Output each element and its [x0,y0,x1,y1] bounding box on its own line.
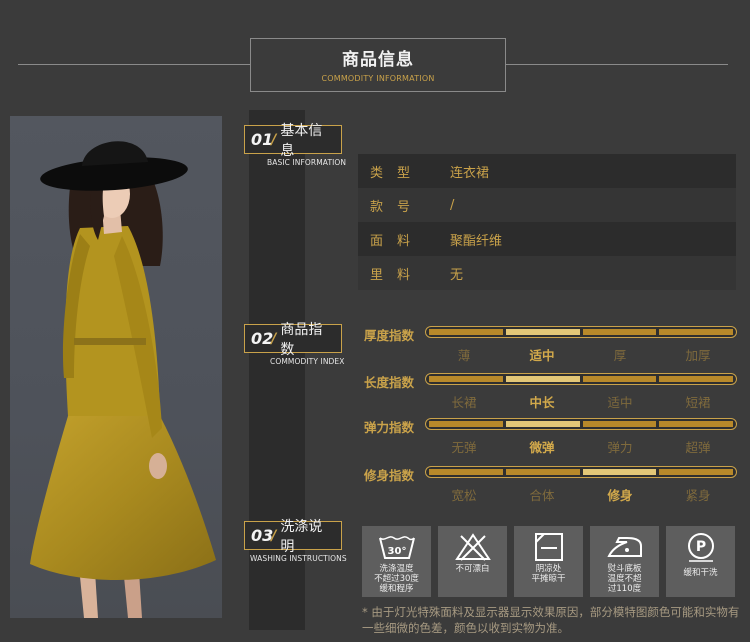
dry-flat-shade-icon [534,533,563,561]
dry-clean-p-icon: P [687,533,714,562]
info-key: 面料 [370,233,425,249]
index-segment [659,469,733,475]
wash-text: 不可漂白 [455,564,490,574]
section-washing-number: 03 [251,526,274,545]
section-index-number: 02 [251,329,274,348]
info-row: 类型 连衣裙 [358,154,736,188]
index-segment [582,376,657,382]
index-option: 适中 [607,395,633,410]
index-option: 宽松 [451,488,477,503]
index-label: 厚度指数 [364,328,415,343]
index-option: 弹力 [607,440,633,455]
slash-mark: / [271,330,277,347]
index-options: 无弹 微弹 弹力 超弹 [425,437,737,456]
index-scale-bar [425,466,737,478]
wash-text: 熨斗底板 温度不超 过110度 [607,564,642,594]
section-washing-label: 03 / 洗涤说明 [244,519,342,555]
index-option: 短裙 [685,395,711,410]
index-segment [582,421,657,427]
info-row: 面料 聚酯纤维 [358,222,736,256]
no-bleach-icon [454,533,491,561]
wash-tile: P 缓和干洗 [666,526,735,597]
info-row: 里料 无 [358,256,736,290]
index-option: 紧身 [685,488,711,503]
wash-tile: 30° 洗涤温度 不超过30度 缓和程序 [362,526,431,597]
info-value: / [450,197,455,213]
index-segment [582,329,657,335]
section-basic-subtitle: BASIC INFORMATION [267,158,347,167]
wash-tile: 阴凉处 平摊晾干 [514,526,583,597]
index-option: 无弹 [451,440,477,455]
index-scale-bar [425,326,737,338]
product-info-page: 商品信息 COMMODITY INFORMATION 01 / 基本信息 BAS… [0,0,750,642]
index-option: 超弹 [685,440,711,455]
wash-tile: 不可漂白 [438,526,507,597]
index-option: 修身 [607,488,633,503]
section-index-subtitle: COMMODITY INDEX [270,357,345,366]
section-index-label: 02 / 商品指数 [244,322,342,358]
iron-low-icon [606,537,642,557]
index-option: 厚 [613,348,627,363]
header-title-box: 商品信息 COMMODITY INFORMATION [250,38,506,92]
slash-mark: / [271,131,277,148]
index-label: 长度指数 [364,375,415,390]
index-options: 薄 适中 厚 加厚 [425,345,737,364]
section-index-title: 商品指数 [280,321,323,358]
index-options: 宽松 合体 修身 紧身 [425,485,737,504]
section-basic-number: 01 [251,130,274,149]
index-option: 薄 [457,348,471,363]
color-disclaimer: * 由于灯光特殊面料及显示器显示效果原因，部分模特图颜色可能和实物有一些细微的色… [362,605,740,635]
info-key: 里料 [370,267,425,283]
index-label: 弹力指数 [364,420,415,435]
index-option: 适中 [529,348,555,363]
index-label: 修身指数 [364,468,415,483]
index-segment-selected [505,329,580,335]
slash-mark: / [271,527,277,544]
basic-info-table: 类型 连衣裙 款号 / 面料 聚酯纤维 里料 无 [358,154,736,290]
section-washing-subtitle: WASHING INSTRUCTIONS [250,554,347,563]
wash-text: 洗涤温度 不超过30度 缓和程序 [374,564,419,594]
index-option: 微弹 [529,440,555,455]
index-option: 加厚 [685,348,711,363]
page-subtitle: COMMODITY INFORMATION [321,74,435,83]
info-value: 聚酯纤维 [450,233,503,249]
index-segment [659,421,733,427]
info-key: 款号 [370,199,425,215]
page-title: 商品信息 [342,50,414,70]
index-options: 长裙 中长 适中 短裙 [425,392,737,411]
index-segment [659,329,733,335]
index-option: 合体 [529,488,555,503]
index-segment-selected [582,469,657,475]
header-rule-left [18,64,250,65]
section-washing-title: 洗涤说明 [280,518,323,555]
svg-text:P: P [695,539,705,555]
index-option: 中长 [529,395,555,410]
index-scale-bar [425,418,737,430]
index-segment [429,329,503,335]
model-illustration [30,141,216,618]
header-rule-right [506,64,728,65]
info-value: 无 [450,267,464,283]
info-value: 连衣裙 [450,165,490,181]
wash-text: 缓和干洗 [683,568,718,578]
index-segment [429,421,503,427]
index-segment [505,469,580,475]
index-segment [429,469,503,475]
wash-tile: 熨斗底板 温度不超 过110度 [590,526,659,597]
index-segment-selected [505,376,580,382]
section-basic-label: 01 / 基本信息 [244,123,342,159]
index-scale-bar [425,373,737,385]
index-segment-selected [505,421,580,427]
info-key: 类型 [370,165,425,181]
index-segment [429,376,503,382]
index-segment [659,376,733,382]
wash-text: 阴凉处 平摊晾干 [531,564,566,584]
svg-text:30°: 30° [387,546,406,557]
wash-30-icon: 30° [378,536,415,559]
info-row: 款号 / [358,188,736,222]
index-option: 长裙 [451,395,477,410]
section-basic-title: 基本信息 [280,122,323,159]
model-photo [10,116,222,618]
